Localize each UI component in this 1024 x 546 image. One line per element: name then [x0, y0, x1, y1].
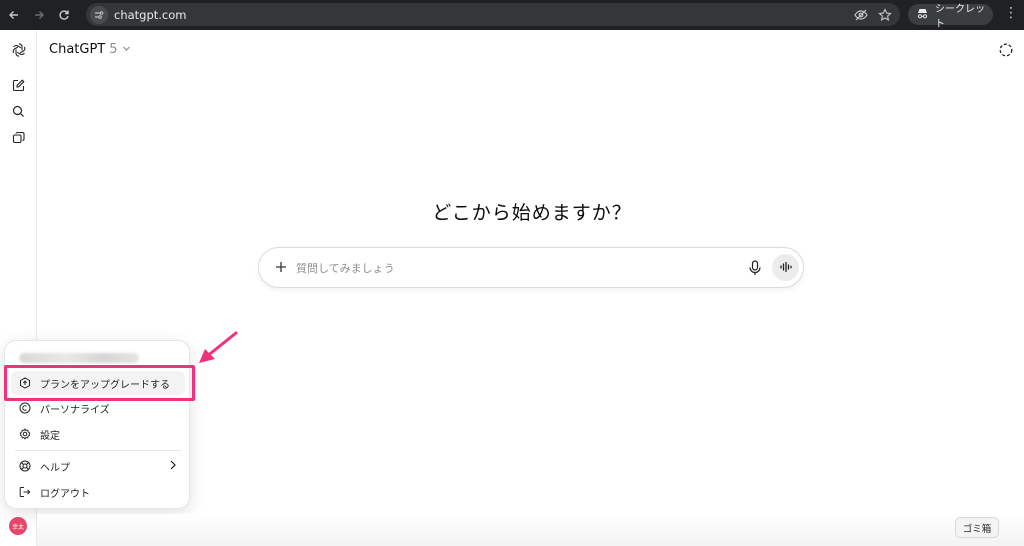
account-email-blurred	[19, 353, 139, 363]
forward-arrow-icon[interactable]	[28, 4, 50, 26]
trash-tooltip: ゴミ箱	[955, 517, 999, 538]
menu-item-settings[interactable]: 設定	[11, 422, 185, 446]
temporary-chat-icon[interactable]	[998, 42, 1014, 58]
chevron-right-icon	[169, 459, 177, 474]
page-headline: どこから始めますか？	[432, 202, 632, 224]
back-arrow-icon[interactable]	[3, 4, 25, 26]
model-name: ChatGPT	[49, 42, 106, 57]
gear-icon	[18, 427, 32, 441]
prompt-input[interactable]	[296, 258, 736, 278]
plus-icon[interactable]	[271, 257, 291, 277]
menu-item-logout[interactable]: ログアウト	[11, 480, 185, 504]
microphone-icon[interactable]	[747, 259, 763, 277]
site-info-icon[interactable]	[90, 5, 108, 24]
menu-item-label: ヘルプ	[40, 462, 70, 474]
bookmark-star-icon[interactable]	[878, 7, 892, 26]
search-icon[interactable]	[10, 103, 27, 120]
menu-item-label: 設定	[40, 430, 60, 442]
browser-menu-icon[interactable]: ⋮	[1004, 6, 1018, 20]
incognito-label: シークレット	[935, 3, 985, 30]
incognito-icon	[916, 8, 929, 22]
eye-off-icon[interactable]	[854, 7, 868, 26]
voice-mode-button[interactable]	[772, 254, 799, 281]
menu-item-label: ログアウト	[40, 488, 90, 500]
url-text: chatgpt.com	[114, 7, 187, 22]
incognito-badge[interactable]: シークレット	[908, 4, 993, 30]
annotation-arrow-icon	[199, 331, 238, 363]
model-selector[interactable]: ChatGPT 5	[49, 42, 131, 57]
annotation-highlight-box	[4, 365, 195, 401]
menu-item-label: パーソナライズ	[40, 404, 110, 416]
library-icon[interactable]	[10, 129, 27, 146]
openai-logo-icon[interactable]	[10, 41, 27, 58]
new-chat-icon[interactable]	[10, 77, 27, 94]
menu-divider	[15, 450, 181, 451]
composer	[258, 247, 804, 288]
address-bar[interactable]: chatgpt.com	[86, 3, 900, 26]
logout-icon	[18, 485, 32, 499]
menu-item-help[interactable]: ヘルプ	[11, 454, 185, 478]
reload-icon[interactable]	[53, 4, 75, 26]
waveform-icon	[779, 258, 792, 277]
browser-toolbar: chatgpt.com シークレット ⋮	[0, 0, 1024, 30]
avatar[interactable]: 幸太	[9, 517, 27, 535]
dock-area	[37, 514, 1024, 546]
model-version: 5	[109, 42, 118, 57]
personalize-icon	[18, 401, 32, 415]
chevron-down-icon	[122, 42, 131, 57]
help-icon	[18, 459, 32, 473]
